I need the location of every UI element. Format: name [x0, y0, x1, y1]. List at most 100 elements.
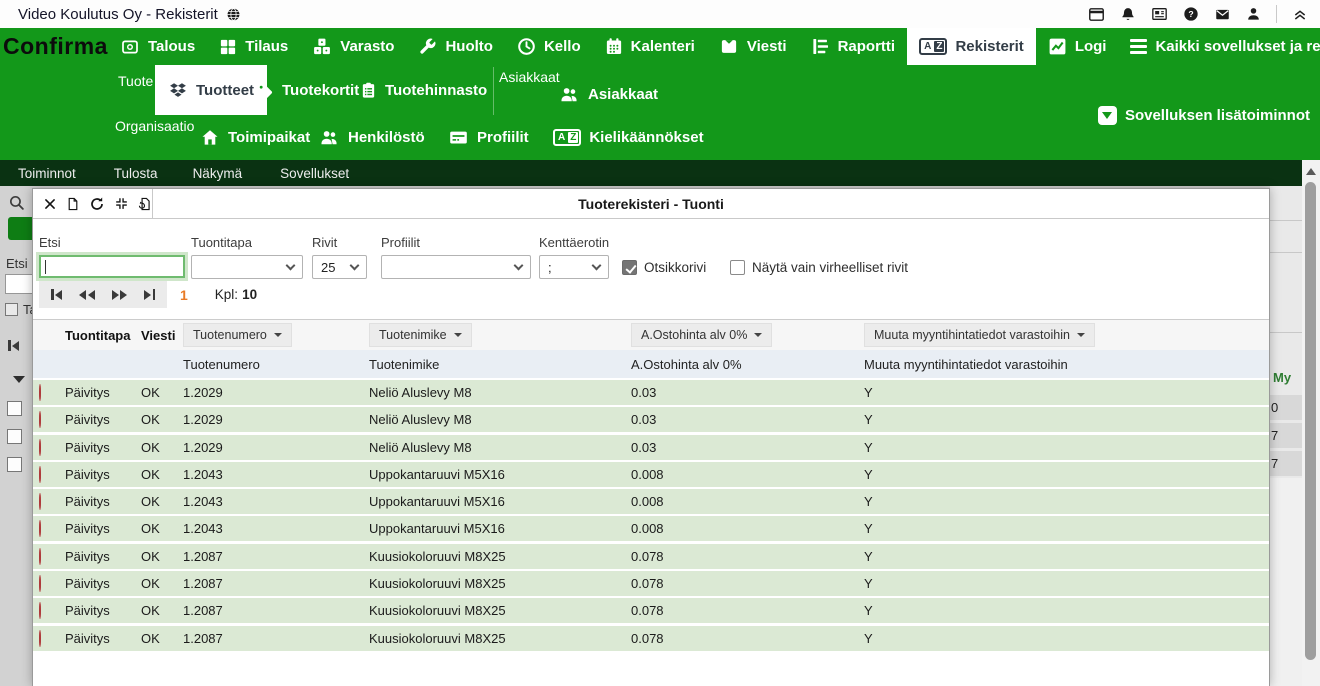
search-input[interactable]: [39, 255, 185, 278]
user-icon[interactable]: [1246, 6, 1261, 22]
row-status: OK: [141, 467, 183, 482]
table-body: Päivitys OK 1.2029 Neliö Aluslevy M8 0.0…: [33, 380, 1269, 651]
tab-tilaus[interactable]: Tilaus: [207, 28, 300, 65]
column-picker-tuotenimike[interactable]: Tuotenimike: [369, 323, 472, 347]
tab-kalenteri[interactable]: Kalenteri: [593, 28, 707, 65]
tab-label: Varasto: [340, 38, 394, 55]
table-row[interactable]: Päivitys OK 1.2087 Kuusiokoloruuvi M8X25…: [33, 571, 1269, 596]
current-page-number[interactable]: 1: [180, 287, 188, 303]
table-row[interactable]: Päivitys OK 1.2043 Uppokantaruuvi M5X16 …: [33, 516, 1269, 541]
column-picker-muuta-myyntihintatiedot[interactable]: Muuta myyntihintatiedot varastoihin: [864, 323, 1095, 347]
table-row[interactable]: Päivitys OK 1.2087 Kuusiokoloruuvi M8X25…: [33, 626, 1269, 651]
background-first-page-button[interactable]: [8, 340, 19, 351]
table-row[interactable]: Päivitys OK 1.2087 Kuusiokoloruuvi M8X25…: [33, 598, 1269, 623]
collapse-up-icon[interactable]: [1292, 6, 1308, 22]
tab-tuotteet[interactable]: Tuotteet: [155, 65, 267, 115]
row-status: OK: [141, 631, 183, 646]
background-dropdown-caret[interactable]: [13, 376, 25, 383]
news-icon[interactable]: [1151, 6, 1168, 22]
table-header-row: Tuotenumero Tuotenimike A.Ostohinta alv …: [33, 350, 1269, 378]
row-import-type: Päivitys: [65, 440, 141, 455]
window-title: Video Koulutus Oy - Rekisterit: [18, 6, 218, 23]
tab-rekisterit[interactable]: AZ Rekisterit: [907, 28, 1036, 65]
previous-page-button[interactable]: [79, 290, 95, 300]
application-extra-actions-button[interactable]: Sovelluksen lisätoiminnot: [1098, 104, 1310, 126]
tab-talous[interactable]: Talous: [108, 28, 207, 65]
row-update-flag: Y: [864, 494, 1269, 509]
chevron-down-icon: [350, 261, 360, 271]
tab-all-applications[interactable]: Kaikki sovellukset ja rekisterit: [1118, 28, 1320, 65]
tab-henkilosto[interactable]: Henkilöstö: [318, 115, 425, 160]
background-row-checkbox[interactable]: [7, 401, 22, 416]
tab-raportti[interactable]: Raportti: [799, 28, 908, 65]
brand-logo[interactable]: Confirma: [0, 28, 108, 65]
import-type-select[interactable]: [191, 255, 303, 279]
scroll-up-arrow[interactable]: [1306, 168, 1316, 175]
tab-tuotehinnasto[interactable]: Tuotehinnasto: [360, 65, 487, 115]
profiles-select[interactable]: [381, 255, 531, 279]
background-row-checkbox[interactable]: [7, 457, 22, 472]
scrollbar-thumb[interactable]: [1305, 182, 1316, 660]
row-import-type: Päivitys: [65, 549, 141, 564]
chevron-down-icon: [592, 261, 602, 271]
tab-varasto[interactable]: Varasto: [300, 28, 406, 65]
tab-asiakkaat[interactable]: Asiakkaat: [558, 85, 658, 104]
chevron-down-icon: [286, 261, 296, 271]
row-purchase-price: 0.078: [631, 576, 864, 591]
background-row-checkbox[interactable]: [7, 429, 22, 444]
tab-huolto[interactable]: Huolto: [406, 28, 504, 65]
checkbox[interactable]: [5, 303, 18, 316]
menu-sovellukset[interactable]: Sovellukset: [280, 166, 349, 181]
tab-logi[interactable]: Logi: [1036, 28, 1119, 65]
table-row[interactable]: Päivitys OK 1.2029 Neliö Aluslevy M8 0.0…: [33, 380, 1269, 405]
row-product-name: Uppokantaruuvi M5X16: [369, 494, 631, 509]
tab-label: Raportti: [838, 38, 896, 55]
mail-icon[interactable]: [1214, 7, 1231, 22]
background-green-button[interactable]: [8, 217, 32, 240]
table-row[interactable]: Päivitys OK 1.2087 Kuusiokoloruuvi M8X25…: [33, 544, 1269, 569]
tab-label: Henkilöstö: [348, 129, 425, 146]
first-page-button[interactable]: [51, 289, 62, 300]
group-header-viesti: Viesti: [141, 328, 183, 343]
background-search-input[interactable]: [5, 274, 33, 294]
tab-kielikaannokset[interactable]: AZ Kielikäännökset: [553, 115, 704, 160]
menu-tulosta[interactable]: Tulosta: [114, 166, 158, 181]
row-product-number: 1.2029: [183, 385, 369, 400]
search-icon[interactable]: [8, 194, 25, 211]
field-separator-select[interactable]: ;: [539, 255, 609, 279]
vertical-scrollbar[interactable]: [1302, 160, 1320, 686]
table-row[interactable]: Päivitys OK 1.2029 Neliö Aluslevy M8 0.0…: [33, 407, 1269, 432]
next-page-button[interactable]: [112, 290, 128, 300]
menu-toiminnot[interactable]: Toiminnot: [18, 166, 76, 181]
column-header-tuotenimike: Tuotenimike: [369, 357, 631, 372]
window-icon[interactable]: [1088, 6, 1105, 23]
last-page-button[interactable]: [144, 289, 155, 300]
tab-toimipaikat[interactable]: Toimipaikat: [200, 115, 310, 160]
background-column-header[interactable]: My: [1273, 370, 1291, 385]
chevron-down-icon: [514, 261, 524, 271]
tab-tuotekortit[interactable]: Tuotekortit: [255, 65, 359, 115]
table-row[interactable]: Päivitys OK 1.2043 Uppokantaruuvi M5X16 …: [33, 489, 1269, 514]
background-cell: 7: [1270, 451, 1302, 476]
menu-nakyma[interactable]: Näkymä: [193, 166, 243, 181]
row-purchase-price: 0.008: [631, 494, 864, 509]
rows-select[interactable]: 25: [312, 255, 367, 279]
table-row[interactable]: Päivitys OK 1.2029 Neliö Aluslevy M8 0.0…: [33, 435, 1269, 460]
tab-profiilit[interactable]: Profiilit: [448, 115, 529, 160]
tab-label: Kello: [544, 38, 581, 55]
row-purchase-price: 0.078: [631, 549, 864, 564]
text-caret: [45, 260, 46, 274]
checkbox-label: Otsikkorivi: [644, 260, 706, 275]
tab-viesti[interactable]: Viesti: [707, 28, 799, 65]
header-row-checkbox[interactable]: [622, 260, 637, 275]
row-status: OK: [141, 603, 183, 618]
tab-kello[interactable]: Kello: [505, 28, 593, 65]
errors-only-checkbox[interactable]: [730, 260, 745, 275]
row-product-number: 1.2043: [183, 494, 369, 509]
help-icon[interactable]: ?: [1183, 6, 1199, 22]
chevron-down-icon: [454, 333, 462, 337]
table-row[interactable]: Päivitys OK 1.2043 Uppokantaruuvi M5X16 …: [33, 462, 1269, 487]
bell-icon[interactable]: [1120, 6, 1136, 23]
column-picker-ostohinta[interactable]: A.Ostohinta alv 0%: [631, 323, 772, 347]
column-picker-tuotenumero[interactable]: Tuotenumero: [183, 323, 292, 347]
